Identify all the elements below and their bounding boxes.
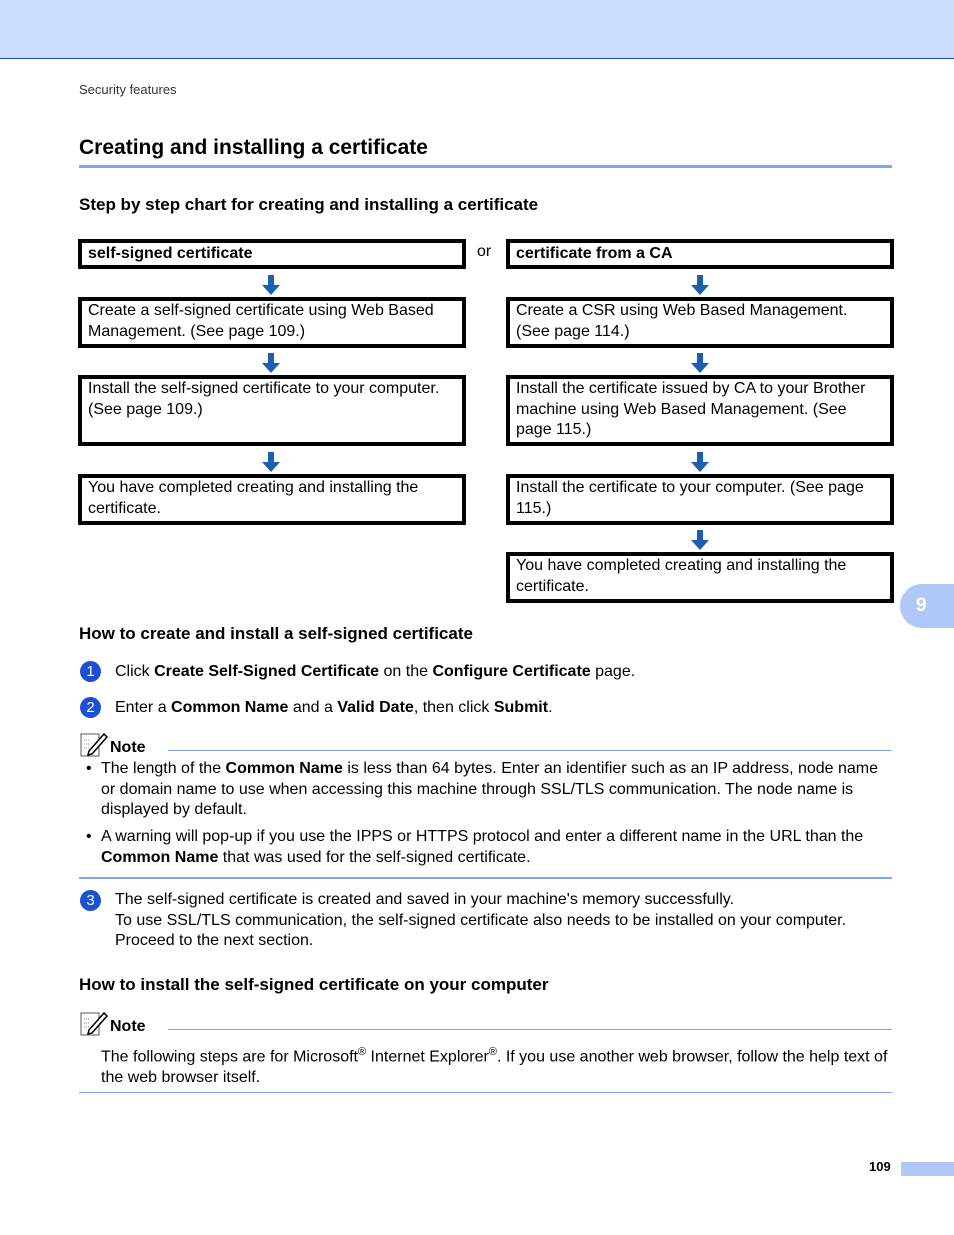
step-1: 1 Click Create Self-Signed Certificate o…	[80, 661, 635, 683]
flow-right-step-4: You have completed creating and installi…	[506, 552, 894, 603]
note-header: Note	[80, 731, 146, 757]
step-1-text: Click Create Self-Signed Certificate on …	[115, 663, 636, 680]
note-rule	[168, 750, 892, 751]
step-3-text: The self-signed certificate is created a…	[115, 891, 847, 949]
note-end-rule	[79, 1092, 892, 1093]
flow-right-step-3: Install the certificate to your computer…	[506, 474, 894, 525]
step-number-badge: 2	[80, 697, 101, 718]
page-number: 109	[869, 1159, 891, 1174]
step-2-text: Enter a Common Name and a Valid Date, th…	[115, 699, 553, 716]
flow-right-step-2: Install the certificate issued by CA to …	[506, 375, 894, 446]
howto-install-heading: How to install the self-signed certifica…	[79, 975, 549, 994]
section-title: Creating and installing a certificate	[79, 136, 428, 159]
page-number-bar	[901, 1162, 954, 1176]
step-2: 2 Enter a Common Name and a Valid Date, …	[80, 697, 553, 719]
down-arrow-icon	[691, 275, 709, 295]
down-arrow-icon	[691, 452, 709, 472]
top-header-band	[0, 0, 954, 59]
down-arrow-icon	[262, 353, 280, 373]
note-header: Note	[80, 1010, 146, 1036]
step-3: 3 The self-signed certificate is created…	[80, 890, 846, 952]
note-pencil-icon	[80, 732, 108, 757]
flow-right-step-1: Create a CSR using Web Based Management.…	[506, 297, 894, 348]
flow-left-step-1: Create a self-signed certificate using W…	[78, 297, 466, 348]
flowchart-heading: Step by step chart for creating and inst…	[79, 195, 539, 214]
flow-left-title: self-signed certificate	[78, 239, 466, 269]
note-bullet: • A warning will pop-up if you use the I…	[86, 828, 864, 866]
section-title-rule	[79, 165, 892, 168]
flow-left-step-2: Install the self-signed certificate to y…	[78, 375, 466, 446]
note-text: The following steps are for Microsoft® I…	[101, 1046, 888, 1086]
step-number-badge: 3	[80, 890, 101, 911]
down-arrow-icon	[262, 452, 280, 472]
down-arrow-icon	[262, 275, 280, 295]
flow-right-title: certificate from a CA	[506, 239, 894, 269]
flow-or-label: or	[477, 243, 492, 260]
note-label: Note	[110, 739, 146, 756]
down-arrow-icon	[691, 530, 709, 550]
chapter-tab: 9	[900, 584, 954, 628]
note-label: Note	[110, 1018, 146, 1035]
down-arrow-icon	[691, 353, 709, 373]
running-head: Security features	[79, 82, 177, 97]
step-number-badge: 1	[80, 661, 101, 682]
note-bullet: • The length of the Common Name is less …	[86, 760, 879, 818]
note-end-rule	[79, 877, 892, 879]
note-rule	[168, 1029, 892, 1030]
flow-left-step-3: You have completed creating and installi…	[78, 474, 466, 525]
howto-create-heading: How to create and install a self-signed …	[79, 624, 473, 643]
note-pencil-icon	[80, 1011, 108, 1036]
